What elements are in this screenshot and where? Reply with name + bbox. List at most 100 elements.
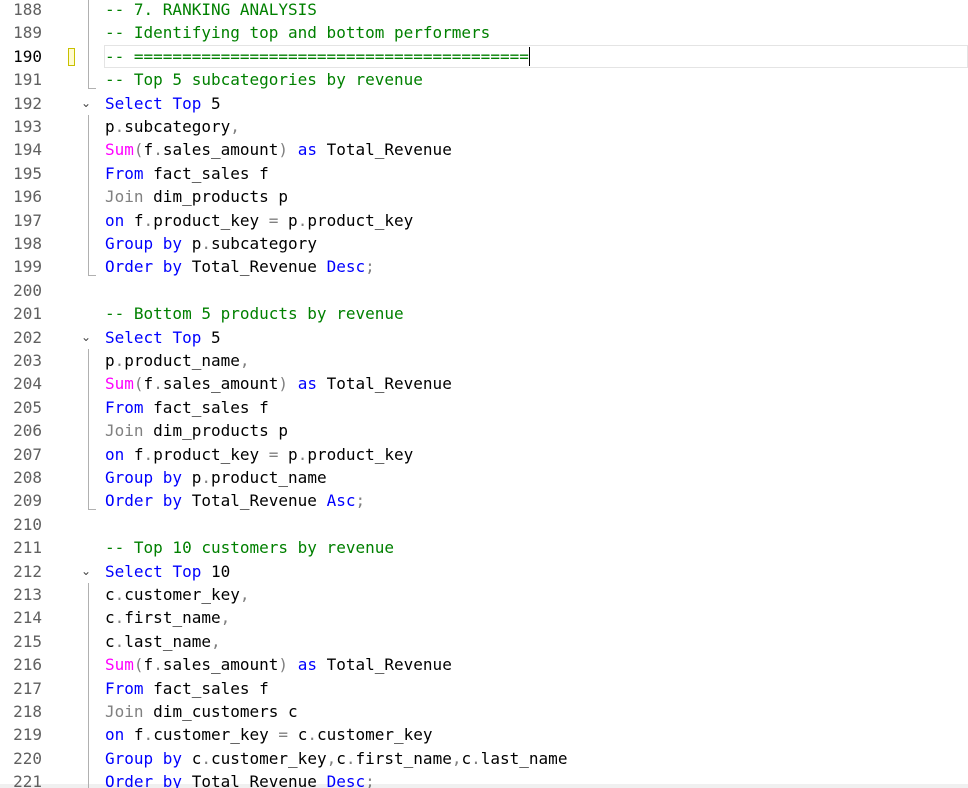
- code-area[interactable]: -- Top 5 subcategories by revenue: [104, 68, 968, 91]
- code-line[interactable]: 202 ⌄ Select Top 5: [0, 326, 968, 349]
- code-area[interactable]: Join dim_products p: [104, 419, 968, 442]
- code-line[interactable]: 217 From fact_sales f: [0, 677, 968, 700]
- code-line[interactable]: 189 -- Identifying top and bottom perform…: [0, 21, 968, 44]
- code-area[interactable]: on f.product_key = p.product_key: [104, 209, 968, 232]
- code-area[interactable]: p.subcategory,: [104, 115, 968, 138]
- code-area[interactable]: -- =====================================…: [104, 44, 968, 69]
- code-line[interactable]: 209 Order by Total_Revenue Asc;: [0, 489, 968, 512]
- code-line[interactable]: 216 Sum(f.sales_amount) as Total_Revenue: [0, 653, 968, 676]
- code-area[interactable]: Order by Total_Revenue Asc;: [104, 489, 968, 512]
- code-line[interactable]: 195 From fact_sales f: [0, 162, 968, 185]
- code-line[interactable]: 207 on f.product_key = p.product_key: [0, 443, 968, 466]
- code-token: p: [288, 210, 298, 230]
- code-line[interactable]: 211 -- Top 10 customers by revenue: [0, 536, 968, 559]
- code-text: -- 7. RANKING ANALYSIS: [105, 0, 317, 21]
- code-line[interactable]: 193 p.subcategory,: [0, 115, 968, 138]
- code-line[interactable]: 190 -- ==================================…: [0, 44, 968, 69]
- code-line[interactable]: 206 Join dim_products p: [0, 419, 968, 442]
- code-area[interactable]: Order by Total_Revenue Desc;: [104, 770, 968, 788]
- code-line[interactable]: 205 From fact_sales f: [0, 396, 968, 419]
- code-line[interactable]: 215 c.last_name,: [0, 630, 968, 653]
- code-line[interactable]: 204 Sum(f.sales_amount) as Total_Revenue: [0, 372, 968, 395]
- code-line[interactable]: 218 Join dim_customers c: [0, 700, 968, 723]
- code-line[interactable]: 194 Sum(f.sales_amount) as Total_Revenue: [0, 138, 968, 161]
- chevron-down-icon[interactable]: ⌄: [79, 92, 93, 115]
- code-line[interactable]: 199 Order by Total_Revenue Desc;: [0, 255, 968, 278]
- code-line[interactable]: 203 p.product_name,: [0, 349, 968, 372]
- code-area[interactable]: Select Top 5: [104, 92, 968, 115]
- code-token: first_name: [124, 608, 221, 628]
- code-area[interactable]: on f.product_key = p.product_key: [104, 443, 968, 466]
- code-area[interactable]: Group by p.product_name: [104, 466, 968, 489]
- code-text: From fact_sales f: [105, 162, 269, 185]
- code-token: as: [297, 140, 327, 160]
- code-line[interactable]: 219 on f.customer_key = c.customer_key: [0, 723, 968, 746]
- code-token: .: [307, 725, 317, 745]
- code-area[interactable]: Order by Total_Revenue Desc;: [104, 255, 968, 278]
- code-token: -- 7. RANKING ANALYSIS: [105, 0, 317, 19]
- code-line[interactable]: 192 ⌄ Select Top 5: [0, 92, 968, 115]
- code-text: -- Bottom 5 products by revenue: [105, 302, 404, 325]
- code-token: Join: [105, 702, 154, 721]
- code-line[interactable]: 208 Group by p.product_name: [0, 466, 968, 489]
- code-line[interactable]: 213 c.customer_key,: [0, 583, 968, 606]
- code-area[interactable]: -- Bottom 5 products by revenue: [104, 302, 968, 325]
- code-area[interactable]: -- Top 10 customers by revenue: [104, 536, 968, 559]
- code-area[interactable]: Sum(f.sales_amount) as Total_Revenue: [104, 372, 968, 395]
- code-area[interactable]: Sum(f.sales_amount) as Total_Revenue: [104, 138, 968, 161]
- code-line[interactable]: 212 ⌄ Select Top 10: [0, 560, 968, 583]
- line-number: 194: [13, 140, 42, 160]
- code-token: Join: [105, 187, 154, 207]
- chevron-down-icon[interactable]: ⌄: [79, 326, 93, 349]
- code-area[interactable]: -- 7. RANKING ANALYSIS: [104, 0, 968, 21]
- code-area[interactable]: Sum(f.sales_amount) as Total_Revenue: [104, 653, 968, 676]
- code-area[interactable]: Join dim_products p: [104, 185, 968, 208]
- code-text: Sum(f.sales_amount) as Total_Revenue: [105, 372, 452, 395]
- code-line[interactable]: 201 -- Bottom 5 products by revenue: [0, 302, 968, 325]
- code-area[interactable]: p.product_name,: [104, 349, 968, 372]
- code-token: p: [191, 234, 202, 253]
- code-token: .: [297, 210, 308, 230]
- code-token: 5: [210, 93, 221, 113]
- code-line[interactable]: 220 Group by c.customer_key,c.first_name,…: [0, 747, 968, 770]
- code-line[interactable]: 210: [0, 513, 968, 536]
- code-line[interactable]: 198 Group by p.subcategory: [0, 232, 968, 255]
- code-area[interactable]: [104, 279, 968, 302]
- code-token: as: [297, 655, 327, 675]
- code-token: dim_products p: [153, 187, 289, 207]
- code-token: Top: [172, 327, 211, 347]
- code-token: f: [133, 210, 144, 230]
- code-line[interactable]: 214 c.first_name,: [0, 606, 968, 629]
- code-line[interactable]: 188 -- 7. RANKING ANALYSIS: [0, 0, 968, 21]
- code-area[interactable]: From fact_sales f: [104, 396, 968, 419]
- code-area[interactable]: c.customer_key,: [104, 583, 968, 606]
- code-line[interactable]: 191 -- Top 5 subcategories by revenue: [0, 68, 968, 91]
- code-editor[interactable]: 188 -- 7. RANKING ANALYSIS 189 -- Identifyi…: [0, 0, 968, 788]
- code-line[interactable]: 196 Join dim_products p: [0, 185, 968, 208]
- code-area[interactable]: Group by p.subcategory: [104, 232, 968, 255]
- line-number: 200: [13, 280, 42, 300]
- code-area[interactable]: Select Top 10: [104, 560, 968, 583]
- code-area[interactable]: [104, 513, 968, 536]
- code-line[interactable]: 197 on f.product_key = p.product_key: [0, 209, 968, 232]
- code-token: -- =====================================…: [105, 46, 529, 66]
- code-area[interactable]: on f.customer_key = c.customer_key: [104, 723, 968, 746]
- code-area[interactable]: Select Top 5: [104, 326, 968, 349]
- code-token: Top: [172, 561, 211, 581]
- code-area[interactable]: -- Identifying top and bottom performers: [104, 21, 968, 44]
- code-text: p.subcategory,: [105, 115, 240, 138]
- line-number: 204: [13, 374, 42, 394]
- code-area[interactable]: From fact_sales f: [104, 162, 968, 185]
- code-area[interactable]: From fact_sales f: [104, 677, 968, 700]
- code-token: fact_sales f: [153, 163, 269, 183]
- code-area[interactable]: c.first_name,: [104, 606, 968, 629]
- code-area[interactable]: Join dim_customers c: [104, 700, 968, 723]
- code-token: Top: [172, 93, 211, 113]
- chevron-down-icon[interactable]: ⌄: [79, 560, 93, 583]
- code-token: Select: [105, 561, 173, 581]
- code-area[interactable]: Group by c.customer_key,c.first_name,c.l…: [104, 747, 968, 770]
- text-caret: [528, 46, 530, 66]
- code-line[interactable]: 221 Order by Total_Revenue Desc;: [0, 770, 968, 788]
- code-area[interactable]: c.last_name,: [104, 630, 968, 653]
- code-line[interactable]: 200: [0, 279, 968, 302]
